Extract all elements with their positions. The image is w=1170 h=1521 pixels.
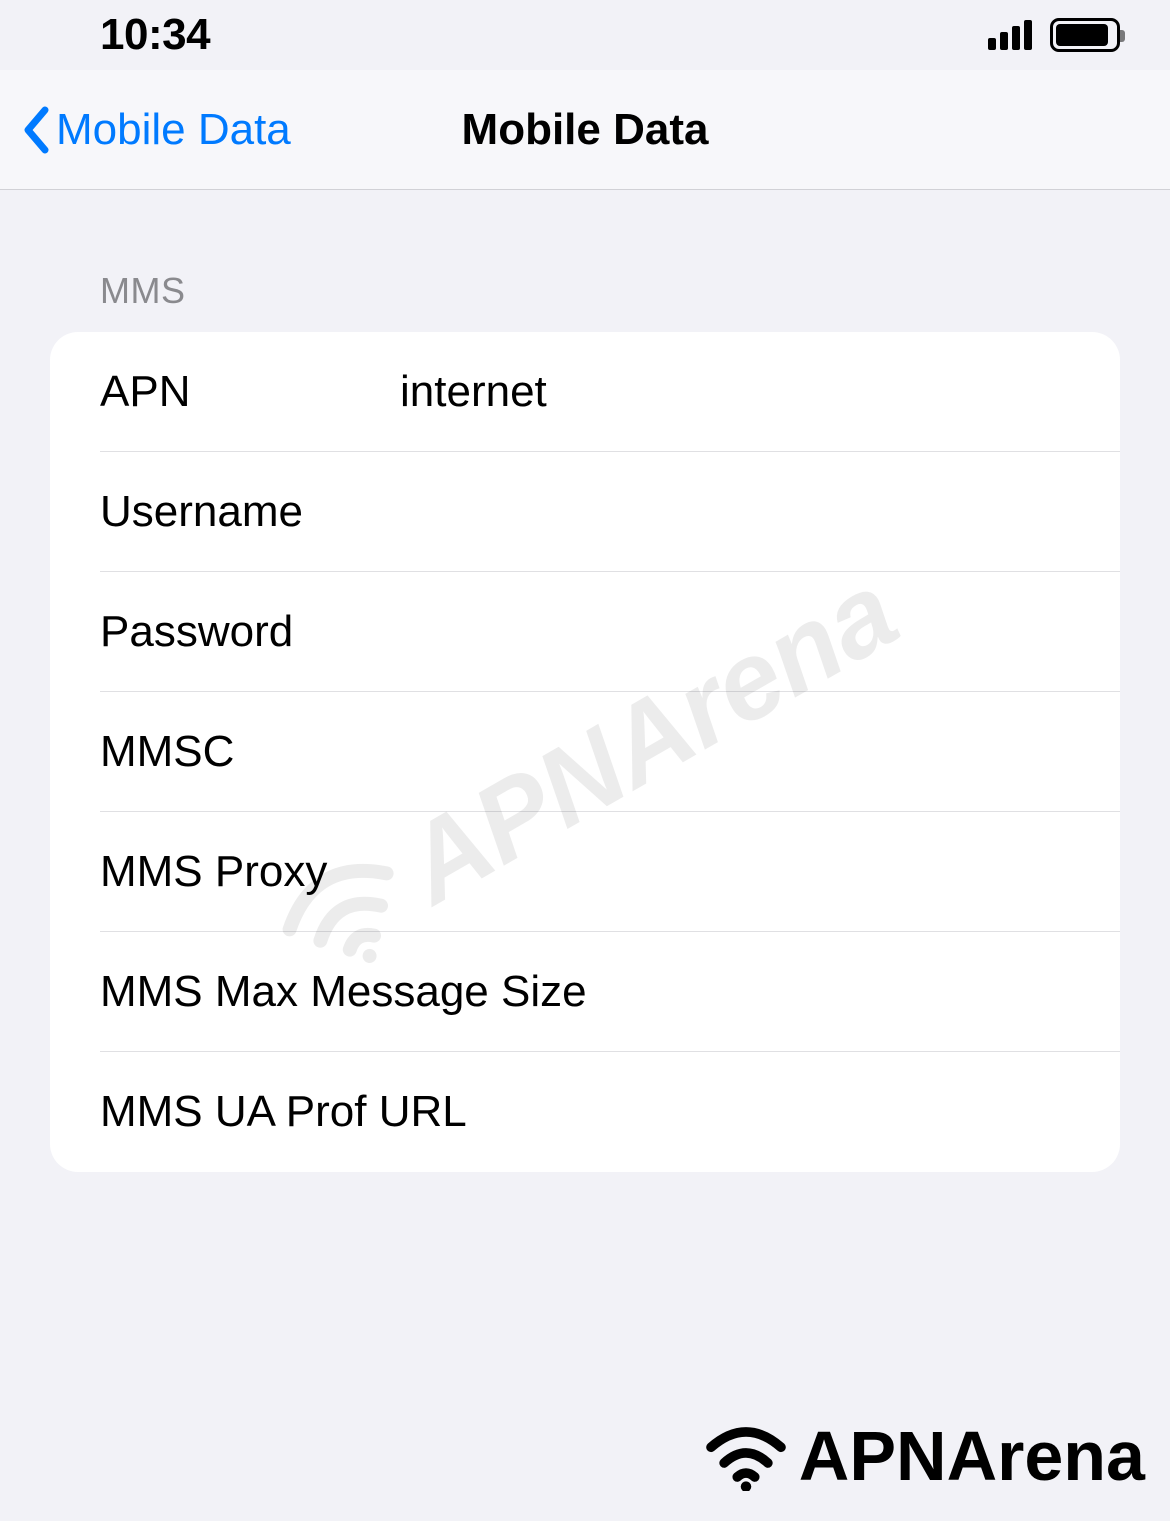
row-apn[interactable]: APN bbox=[50, 332, 1120, 452]
nav-bar: Mobile Data Mobile Data bbox=[0, 70, 1170, 190]
input-apn[interactable] bbox=[400, 367, 1070, 417]
page-title: Mobile Data bbox=[462, 105, 709, 155]
content-area: MMS APN Username Password MMSC MMS Proxy… bbox=[0, 190, 1170, 1172]
settings-card: APN Username Password MMSC MMS Proxy MMS… bbox=[50, 332, 1120, 1172]
input-username[interactable] bbox=[400, 487, 1070, 537]
row-mmsc[interactable]: MMSC bbox=[50, 692, 1120, 812]
section-header-mms: MMS bbox=[50, 270, 1120, 312]
battery-icon bbox=[1050, 18, 1120, 52]
chevron-left-icon bbox=[20, 105, 50, 155]
row-password[interactable]: Password bbox=[50, 572, 1120, 692]
status-icons bbox=[988, 18, 1120, 52]
label-mmsc: MMSC bbox=[100, 727, 400, 777]
status-time: 10:34 bbox=[100, 10, 210, 60]
row-mms-max-size[interactable]: MMS Max Message Size bbox=[50, 932, 1120, 1052]
label-password: Password bbox=[100, 607, 400, 657]
wifi-icon bbox=[701, 1421, 791, 1491]
label-mms-proxy: MMS Proxy bbox=[100, 847, 400, 897]
row-mms-ua-prof[interactable]: MMS UA Prof URL bbox=[50, 1052, 1120, 1172]
cellular-signal-icon bbox=[988, 20, 1032, 50]
input-password[interactable] bbox=[400, 607, 1070, 657]
footer-logo-text: APNArena bbox=[799, 1416, 1145, 1496]
input-mms-proxy[interactable] bbox=[400, 847, 1070, 897]
label-username: Username bbox=[100, 487, 400, 537]
row-mms-proxy[interactable]: MMS Proxy bbox=[50, 812, 1120, 932]
row-username[interactable]: Username bbox=[50, 452, 1120, 572]
status-bar: 10:34 bbox=[0, 0, 1170, 70]
footer-logo: APNArena bbox=[701, 1416, 1145, 1496]
label-mms-max-size: MMS Max Message Size bbox=[100, 967, 587, 1017]
label-mms-ua-prof: MMS UA Prof URL bbox=[100, 1087, 467, 1137]
input-mmsc[interactable] bbox=[400, 727, 1070, 777]
label-apn: APN bbox=[100, 367, 400, 417]
back-button[interactable]: Mobile Data bbox=[0, 105, 291, 155]
back-label: Mobile Data bbox=[56, 105, 291, 155]
